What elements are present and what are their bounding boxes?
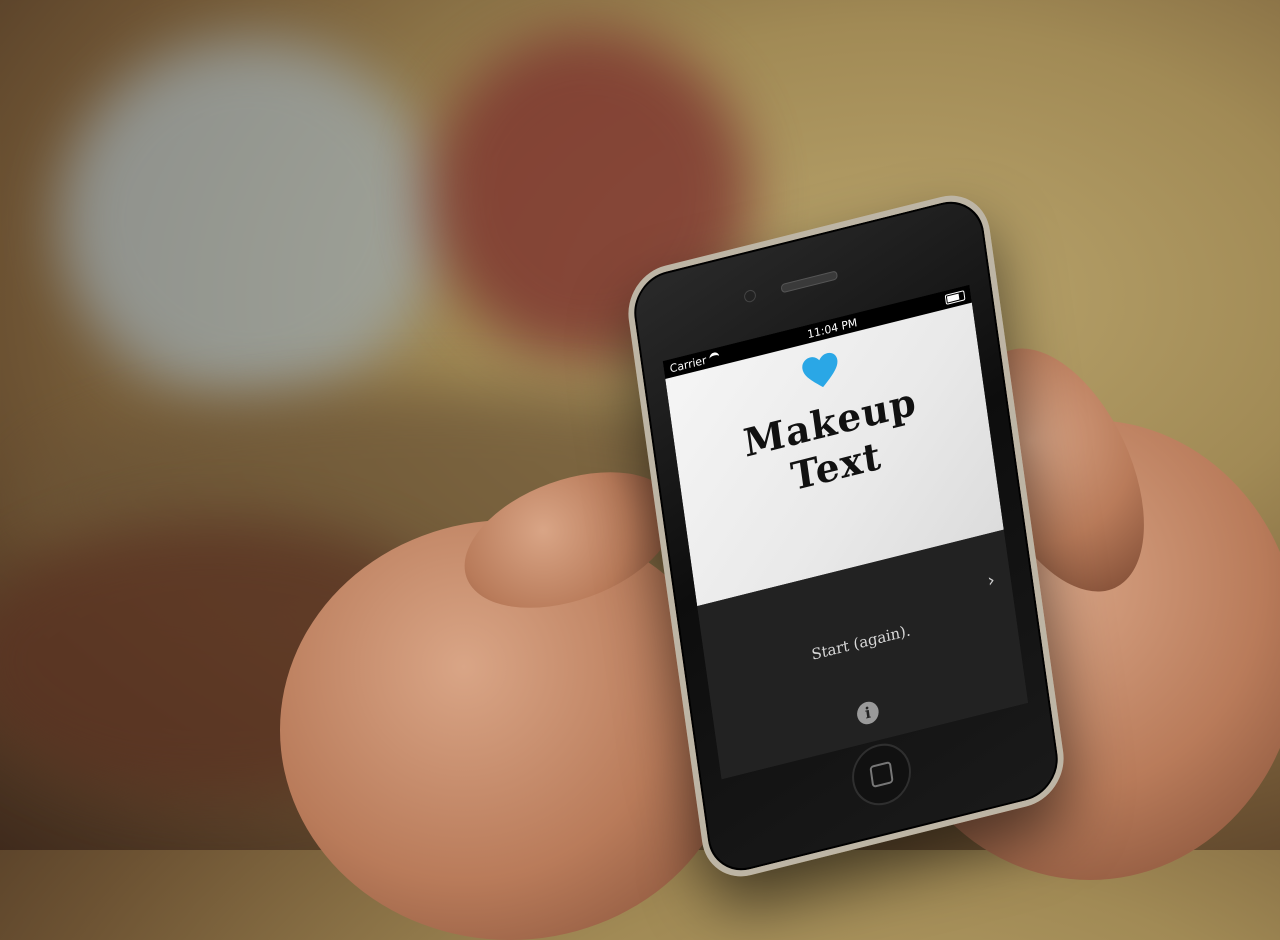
app-title: Makeup Text: [674, 362, 993, 526]
background-person-left: [60, 40, 440, 400]
wifi-icon: [708, 350, 720, 365]
info-icon[interactable]: i: [855, 699, 881, 727]
phone-screen: Carrier 11:04 PM Makeup Text › Start (ag…: [662, 284, 1029, 780]
home-button[interactable]: [848, 737, 915, 812]
heart-icon: [802, 352, 838, 388]
earpiece-speaker: [780, 270, 839, 294]
start-again-button[interactable]: Start (again).: [706, 595, 1015, 689]
chevron-right-icon[interactable]: ›: [986, 569, 996, 592]
home-square-icon: [869, 760, 894, 789]
battery-icon: [944, 290, 966, 305]
front-camera-icon: [743, 288, 757, 304]
